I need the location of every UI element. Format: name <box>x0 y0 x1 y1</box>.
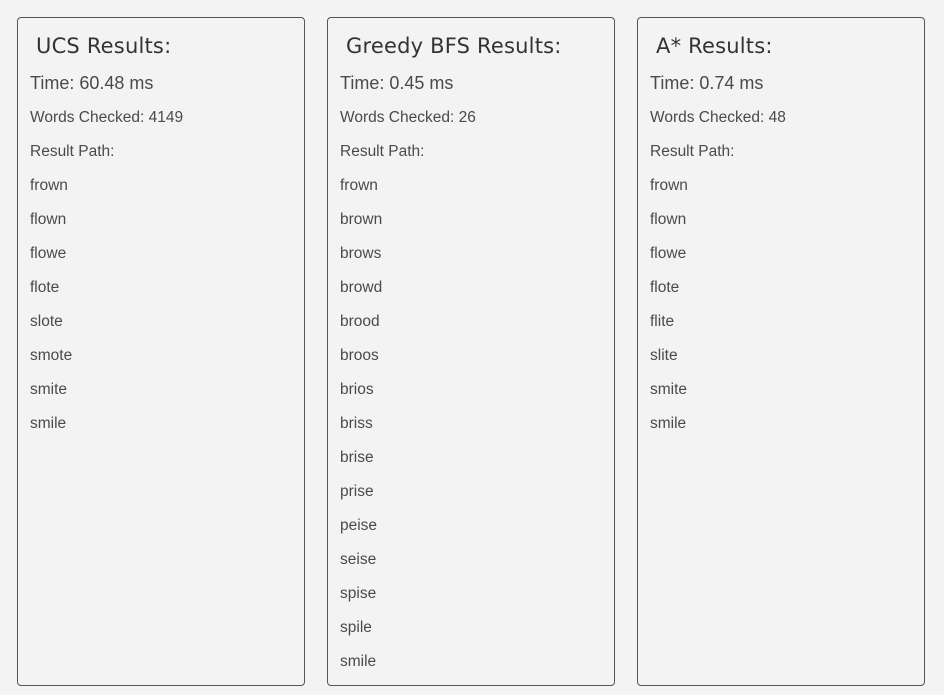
words-checked-label: Words Checked: <box>650 109 765 126</box>
result-path-list: frown flown flowe flote flite slite smite smile <box>650 176 688 448</box>
time-label: Time: <box>340 73 385 93</box>
result-path-label: Result Path: <box>650 143 735 160</box>
time-label: Time: <box>30 73 75 93</box>
result-path-word: flite <box>650 313 675 330</box>
result-path-list: frown flown flowe flote slote smote smite smile <box>30 176 72 448</box>
time-value: 60.48 ms <box>79 73 154 93</box>
time-stat: Time: 0.74 ms <box>650 72 763 94</box>
greedy-bfs-results-panel: Greedy BFS Results: Time: 0.45 ms Words … <box>327 17 615 686</box>
result-path-word: smite <box>30 381 68 398</box>
panel-title: Greedy BFS Results: <box>346 34 562 58</box>
result-path-word: slote <box>30 313 63 330</box>
result-path-word: flowe <box>30 245 67 262</box>
result-path-word: spise <box>340 585 377 602</box>
result-path-word: peise <box>340 517 378 534</box>
words-checked-label: Words Checked: <box>340 109 455 126</box>
time-value: 0.45 ms <box>389 73 454 93</box>
results-panels: UCS Results: Time: 60.48 ms Words Checke… <box>0 0 944 695</box>
result-path-word: frown <box>340 177 378 194</box>
result-path-word: seise <box>340 551 377 568</box>
result-path-word: smile <box>650 415 687 432</box>
result-path-word: briss <box>340 415 373 432</box>
result-path-label: Result Path: <box>30 143 115 160</box>
result-path-word: frown <box>650 177 688 194</box>
time-value: 0.74 ms <box>699 73 764 93</box>
result-path-word: flote <box>30 279 60 296</box>
result-path-label: Result Path: <box>340 143 425 160</box>
result-path-list: frown brown brows browd brood broos brios briss… <box>340 176 382 686</box>
result-path-word: flown <box>650 211 687 228</box>
result-path-word: brise <box>340 449 374 466</box>
result-path-word: browd <box>340 279 383 296</box>
result-path-word: brows <box>340 245 382 262</box>
words-checked-label: Words Checked: <box>30 109 145 126</box>
result-path-word: smite <box>650 381 688 398</box>
words-checked-value: 4149 <box>148 109 184 126</box>
words-checked-stat: Words Checked: 48 <box>650 108 786 128</box>
result-path-word: brios <box>340 381 374 398</box>
result-path-word: flowe <box>650 245 687 262</box>
result-path-word: flown <box>30 211 67 228</box>
panel-title: A* Results: <box>656 34 773 58</box>
result-path-word: smote <box>30 347 73 364</box>
ucs-results-panel: UCS Results: Time: 60.48 ms Words Checke… <box>17 17 305 686</box>
result-path-word: flote <box>650 279 680 296</box>
result-path-word: spile <box>340 619 372 636</box>
result-path-word: brood <box>340 313 380 330</box>
words-checked-value: 26 <box>458 109 476 126</box>
panel-title: UCS Results: <box>36 34 172 58</box>
result-path-word: smile <box>340 653 377 670</box>
result-path-word: brown <box>340 211 383 228</box>
words-checked-value: 48 <box>768 109 786 126</box>
result-path-word: broos <box>340 347 379 364</box>
result-path-word: frown <box>30 177 68 194</box>
result-path-word: slite <box>650 347 678 364</box>
result-path-word: smile <box>30 415 67 432</box>
time-stat: Time: 60.48 ms <box>30 72 153 94</box>
words-checked-stat: Words Checked: 4149 <box>30 108 183 128</box>
time-stat: Time: 0.45 ms <box>340 72 453 94</box>
words-checked-stat: Words Checked: 26 <box>340 108 476 128</box>
time-label: Time: <box>650 73 695 93</box>
a-star-results-panel: A* Results: Time: 0.74 ms Words Checked:… <box>637 17 925 686</box>
result-path-word: prise <box>340 483 374 500</box>
